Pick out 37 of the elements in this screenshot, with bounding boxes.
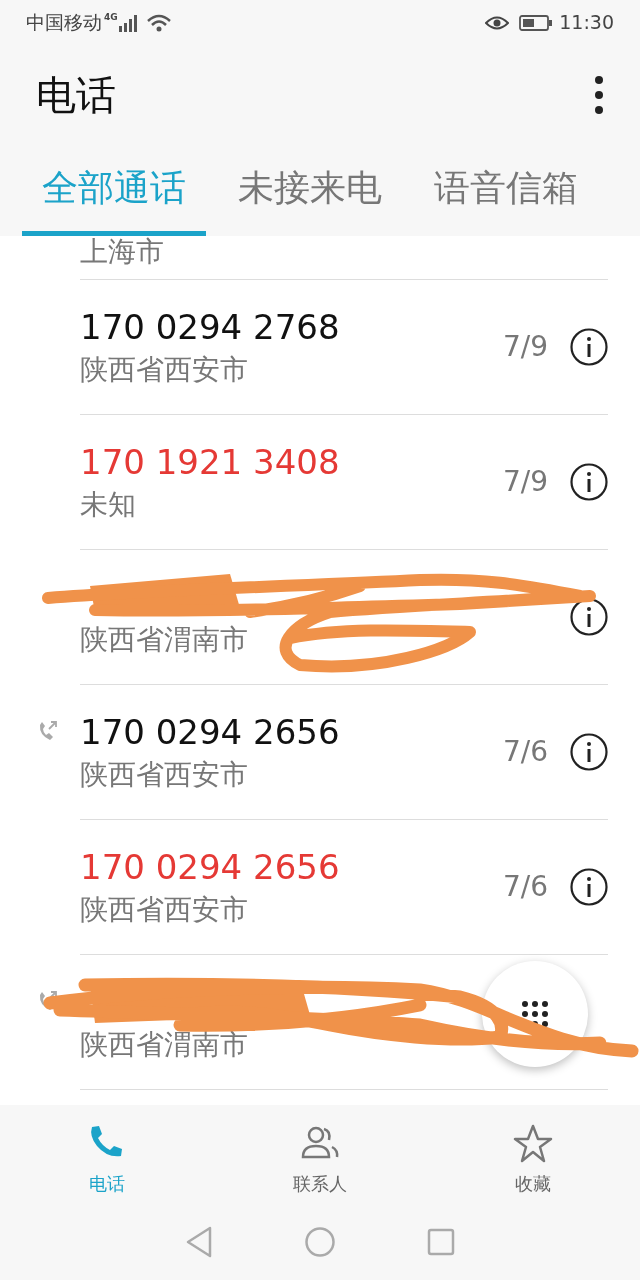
call-location: 陕西省西安市	[80, 756, 249, 793]
carrier-name: 中国移动	[26, 10, 102, 36]
tab[interactable]: 语音信箱	[414, 145, 598, 236]
wifi-icon	[145, 12, 172, 33]
dialpad-icon	[520, 999, 550, 1029]
phone-number: 170 1921 3408	[80, 441, 341, 485]
info-icon[interactable]	[570, 328, 608, 366]
star-icon	[513, 1123, 554, 1164]
info-icon[interactable]	[570, 598, 608, 636]
nav-tab[interactable]: 电话	[46, 1122, 167, 1198]
phone-number: 170 0294 2656	[80, 846, 341, 890]
call-date: 7/6	[502, 869, 548, 905]
more-icon[interactable]	[594, 75, 604, 115]
call-location: 上海市	[80, 236, 165, 270]
call-location: 陕西省渭南市	[80, 621, 249, 658]
call-date: 7/9	[502, 329, 548, 365]
call-date: 7/6	[502, 734, 548, 770]
clock-time: 11:30	[559, 10, 614, 36]
tab[interactable]: 全部通话	[22, 145, 206, 236]
app-title: 电话	[36, 71, 116, 119]
info-icon[interactable]	[570, 868, 608, 906]
phone-number: 170 0294 2768	[80, 306, 341, 350]
signal-icon	[117, 13, 140, 32]
call-date: 7/9	[502, 464, 548, 500]
nav-tab[interactable]: 联系人	[260, 1122, 380, 1198]
call-location: 陕西省西安市	[80, 891, 249, 928]
info-icon[interactable]	[570, 463, 608, 501]
call-location: 陕西省渭南市	[80, 1026, 249, 1063]
nav-tab[interactable]: 收藏	[473, 1122, 594, 1198]
network-type: 4G	[104, 11, 118, 24]
call-location: 未知	[80, 486, 137, 523]
tab[interactable]: 未接来电	[218, 145, 402, 236]
eye-icon	[485, 14, 510, 31]
call-location: 陕西省西安市	[80, 351, 249, 388]
phone-number: 170 0294 2656	[80, 711, 341, 755]
info-icon[interactable]	[570, 733, 608, 771]
battery-icon	[519, 13, 554, 32]
